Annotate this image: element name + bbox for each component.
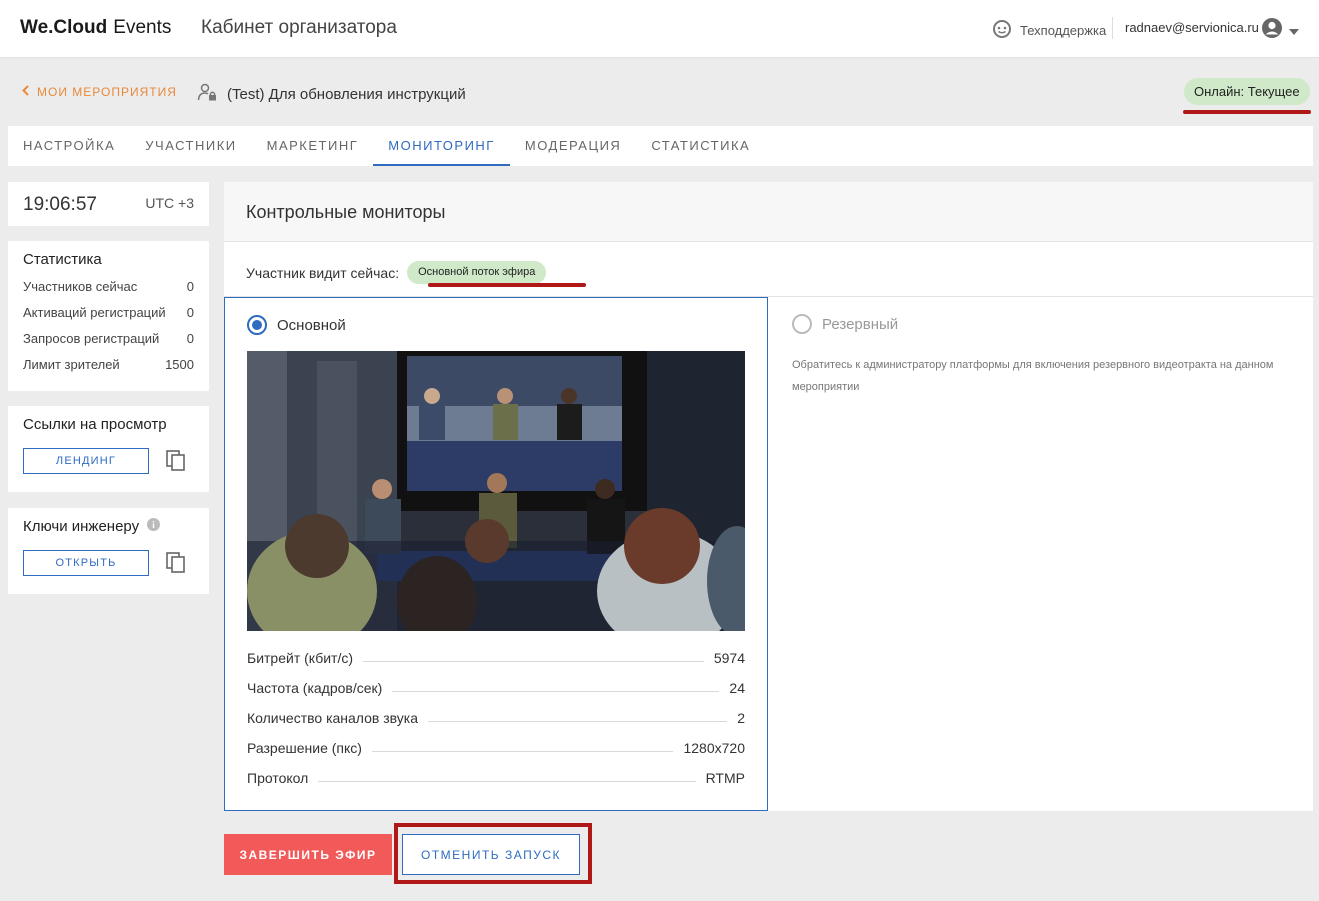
view-links-panel: Ссылки на просмотр ЛЕНДИНГ xyxy=(8,406,209,492)
param-value: 2 xyxy=(737,710,745,726)
param-value: 5974 xyxy=(713,650,745,666)
dotted-leader xyxy=(392,690,720,692)
clock-panel: 19:06:57 UTC +3 xyxy=(8,182,209,226)
engineer-keys-panel: Ключи инженеру ОТКРЫТЬ xyxy=(8,508,209,594)
param-label: Частота (кадров/сек) xyxy=(247,680,383,696)
statistics-title: Статистика xyxy=(23,251,102,268)
page-title: Кабинет организатора xyxy=(201,17,397,38)
stat-value: 1500 xyxy=(165,357,194,372)
primary-stream-box: Основной Битрейт (кбит/с) 5974 Частота (… xyxy=(224,297,768,811)
param-value: RTMP xyxy=(705,770,745,786)
clock-time: 19:06:57 xyxy=(23,194,97,215)
stat-label: Лимит зрителей xyxy=(23,357,120,372)
param-row: Разрешение (пкс) 1280x720 xyxy=(247,738,745,758)
param-label: Количество каналов звука xyxy=(247,710,419,726)
copy-icon[interactable] xyxy=(166,552,186,579)
dotted-leader xyxy=(363,660,704,662)
tab-settings[interactable]: НАСТРОЙКА xyxy=(8,126,130,166)
support-icon xyxy=(992,19,1012,42)
user-lock-icon xyxy=(197,82,217,106)
param-value: 1280x720 xyxy=(683,740,745,756)
primary-radio-label: Основной xyxy=(277,316,346,334)
dotted-leader xyxy=(428,720,728,722)
param-row: Протокол RTMP xyxy=(247,768,745,788)
account-icon xyxy=(1261,17,1283,44)
reserve-radio-option[interactable]: Резервный xyxy=(792,314,898,334)
back-link[interactable]: МОИ МЕРОПРИЯТИЯ xyxy=(22,85,177,99)
support-label: Техподдержка xyxy=(1020,23,1107,38)
event-title-text: (Test) Для обновления инструкций xyxy=(227,85,466,103)
stat-label: Запросов регистраций xyxy=(23,331,160,346)
back-link-label: МОИ МЕРОПРИЯТИЯ xyxy=(37,85,177,99)
top-header: We.Cloud Events Кабинет организатора Техп… xyxy=(0,0,1319,58)
status-badge: Онлайн: Текущее xyxy=(1184,78,1310,105)
copy-icon[interactable] xyxy=(166,450,186,477)
stat-value: 0 xyxy=(186,279,194,294)
annotation-underline xyxy=(428,283,586,287)
stat-value: 0 xyxy=(186,331,194,346)
stat-label: Участников сейчас xyxy=(23,279,138,294)
user-menu[interactable] xyxy=(1261,17,1299,44)
clock-timezone: UTC +3 xyxy=(145,195,194,211)
dotted-leader xyxy=(371,750,674,752)
reserve-radio-label: Резервный xyxy=(822,315,899,333)
monitors-title: Контрольные мониторы xyxy=(246,202,446,222)
tab-marketing[interactable]: МАРКЕТИНГ xyxy=(252,126,374,166)
annotation-highlight-frame xyxy=(394,823,592,884)
statistics-panel: Статистика Участников сейчас 0 Активаций … xyxy=(8,241,209,391)
logo[interactable]: We.Cloud Events xyxy=(20,17,171,39)
param-label: Битрейт (кбит/с) xyxy=(247,650,354,666)
param-row: Битрейт (кбит/с) 5974 xyxy=(247,648,745,668)
annotation-underline xyxy=(1183,110,1311,114)
param-label: Протокол xyxy=(247,770,309,786)
event-title: (Test) Для обновления инструкций xyxy=(197,82,466,106)
support-link[interactable]: Техподдержка xyxy=(992,19,1106,42)
view-links-title: Ссылки на просмотр xyxy=(23,416,167,433)
chevron-down-icon xyxy=(1289,22,1299,40)
end-broadcast-button[interactable]: ЗАВЕРШИТЬ ЭФИР xyxy=(224,834,392,875)
open-keys-button[interactable]: ОТКРЫТЬ xyxy=(23,550,149,576)
viewer-sees-row: Участник видит сейчас: Основной поток эф… xyxy=(246,261,547,284)
param-value: 24 xyxy=(729,680,745,696)
param-label: Разрешение (пкс) xyxy=(247,740,362,756)
param-row: Частота (кадров/сек) 24 xyxy=(247,678,745,698)
monitors-header: Контрольные мониторы xyxy=(224,182,1313,242)
logo-product: Events xyxy=(113,17,172,38)
stream-badge: Основной поток эфира xyxy=(407,261,547,284)
stat-row: Участников сейчас 0 xyxy=(23,274,194,300)
viewer-sees-label: Участник видит сейчас: xyxy=(246,264,400,281)
engineer-keys-title: Ключи инженеру xyxy=(23,518,140,535)
landing-button[interactable]: ЛЕНДИНГ xyxy=(23,448,149,474)
video-frame-image xyxy=(247,351,745,631)
stat-row: Лимит зрителей 1500 xyxy=(23,352,194,378)
logo-brand: We.Cloud xyxy=(20,17,108,38)
tab-bar: НАСТРОЙКА УЧАСТНИКИ МАРКЕТИНГ МОНИТОРИНГ… xyxy=(8,126,1313,166)
param-row: Количество каналов звука 2 xyxy=(247,708,745,728)
tab-statistics[interactable]: СТАТИСТИКА xyxy=(636,126,765,166)
stat-row: Активаций регистраций 0 xyxy=(23,300,194,326)
info-icon[interactable] xyxy=(147,518,161,535)
video-preview[interactable] xyxy=(247,351,745,631)
reserve-note: Обратитесь к администратору платформы дл… xyxy=(792,359,1274,393)
tab-participants[interactable]: УЧАСТНИКИ xyxy=(130,126,251,166)
user-email: radnaev@servionica.ru xyxy=(1125,20,1259,35)
monitors-card: Контрольные мониторы Участник видит сейч… xyxy=(224,182,1313,811)
tab-moderation[interactable]: МОДЕРАЦИЯ xyxy=(510,126,636,166)
chevron-left-icon xyxy=(22,85,29,99)
radio-unchecked-icon xyxy=(792,314,812,334)
radio-checked-icon xyxy=(247,315,267,335)
tab-monitoring[interactable]: МОНИТОРИНГ xyxy=(373,126,510,166)
stat-value: 0 xyxy=(186,305,194,320)
engineer-keys-header: Ключи инженеру xyxy=(23,518,194,535)
primary-radio-option[interactable]: Основной xyxy=(247,315,346,335)
header-divider xyxy=(1112,17,1113,39)
stat-row: Запросов регистраций 0 xyxy=(23,326,194,352)
stat-label: Активаций регистраций xyxy=(23,305,166,320)
dotted-leader xyxy=(318,780,696,782)
